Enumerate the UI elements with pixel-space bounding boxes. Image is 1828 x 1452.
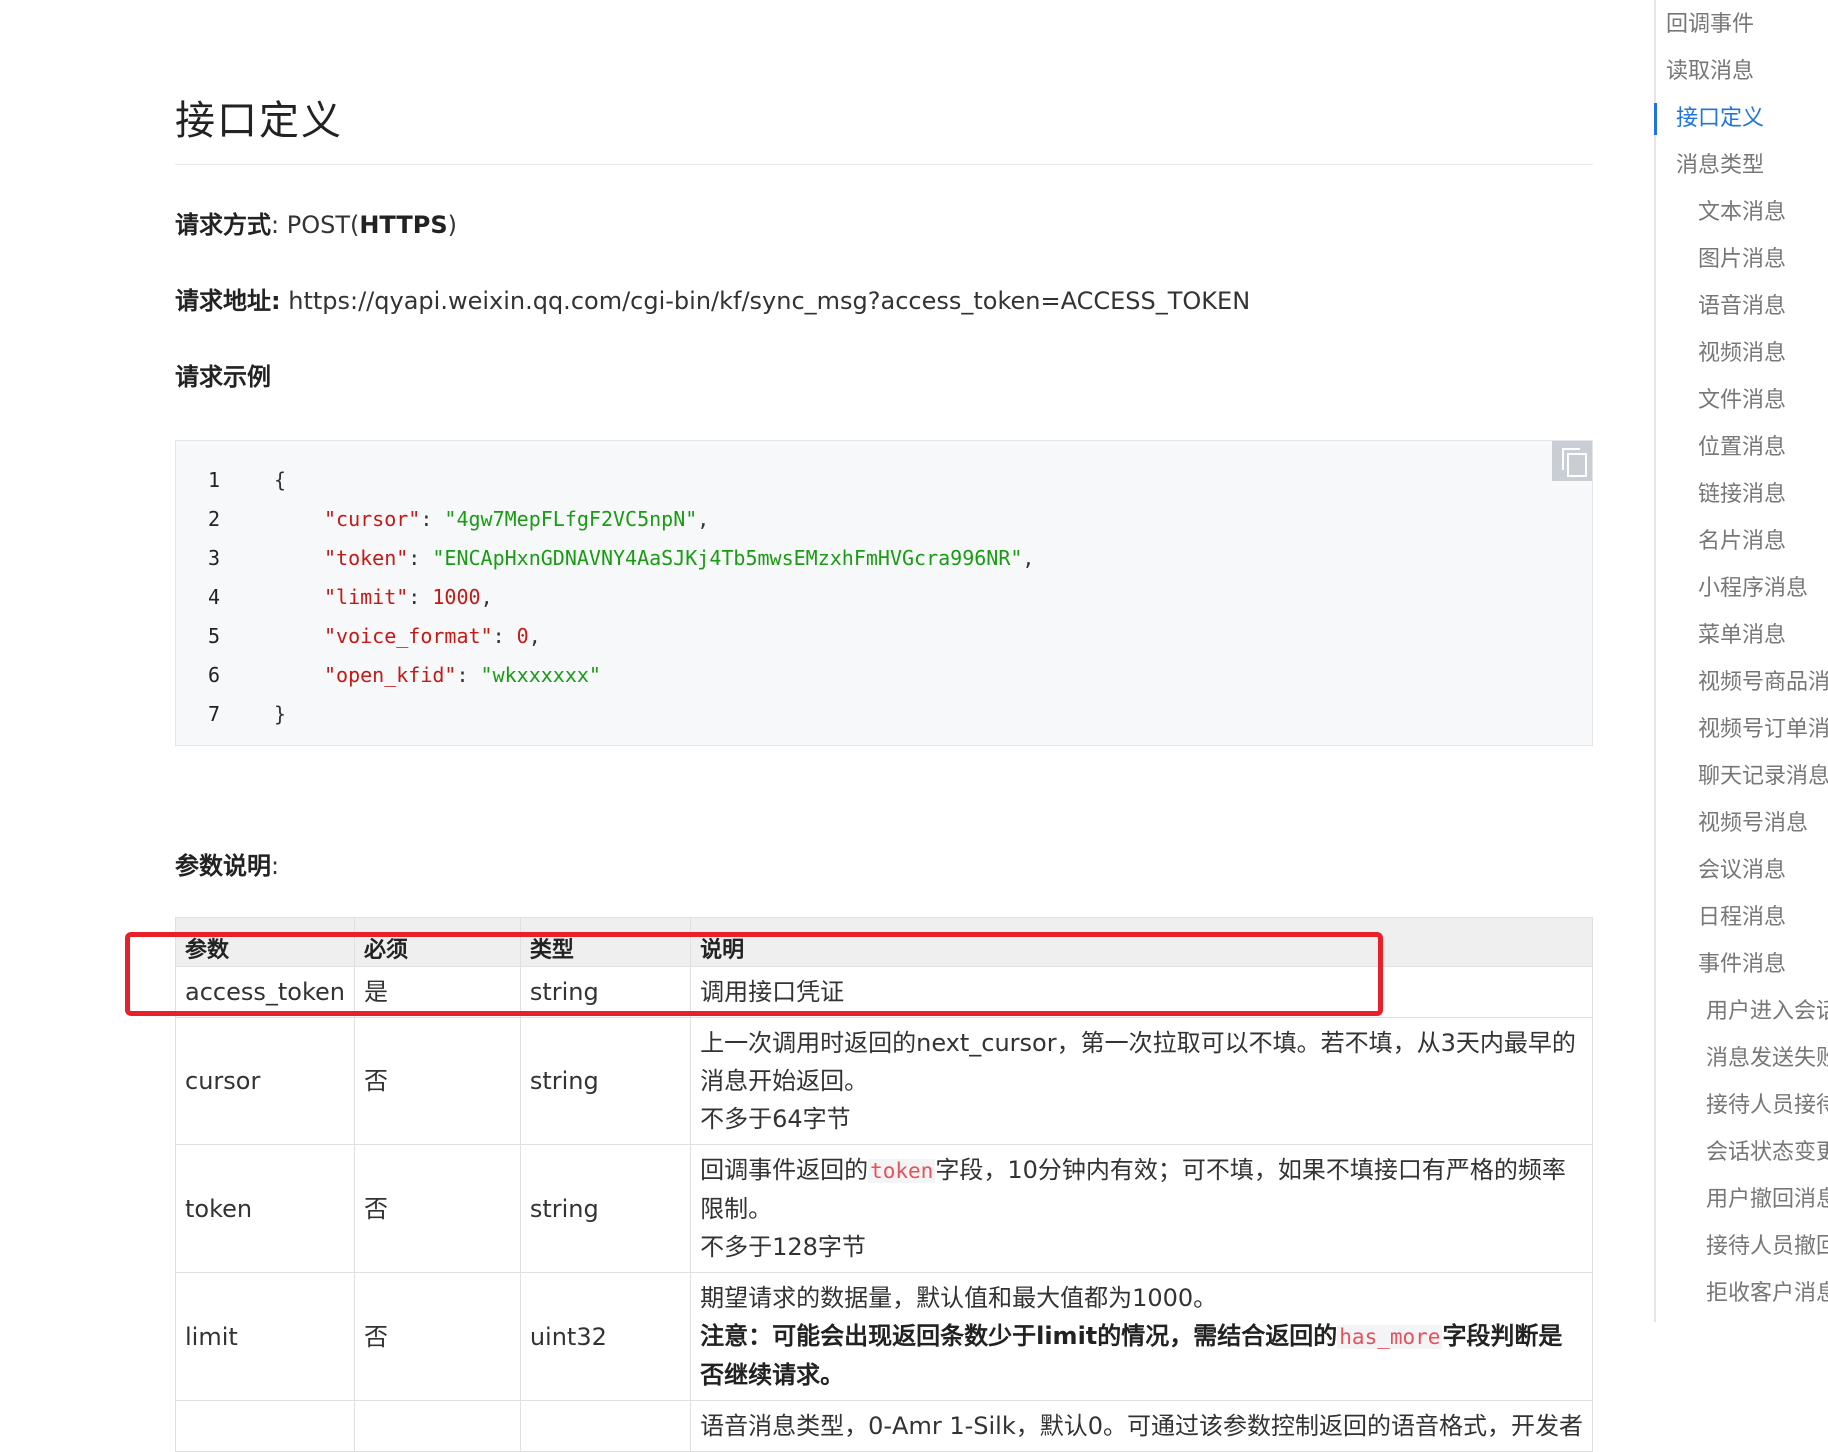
line-number: 6	[208, 663, 221, 687]
section-title: 接口定义	[175, 98, 343, 144]
toc-item[interactable]: 回调事件	[1666, 10, 1754, 40]
request-method: 请求方式: POST(HTTPS)	[175, 211, 457, 239]
title-divider	[175, 164, 1593, 165]
col-desc: 说明	[690, 917, 1593, 967]
table-of-contents: 回调事件读取消息接口定义消息类型文本消息图片消息语音消息视频消息文件消息位置消息…	[1654, 0, 1828, 1322]
col-required: 必须	[353, 917, 521, 967]
toc-item[interactable]: 视频号商品消	[1698, 668, 1828, 698]
toc-item[interactable]: 用户撤回消息	[1706, 1185, 1828, 1215]
line-number: 3	[208, 546, 221, 570]
cut-off-text	[175, 0, 235, 4]
toc-item[interactable]: 用户进入会话	[1706, 997, 1828, 1027]
line-number: 1	[208, 468, 221, 492]
toc-item[interactable]: 视频号订单消	[1698, 715, 1828, 745]
toc-item[interactable]: 聊天记录消息	[1698, 762, 1828, 792]
toc-item[interactable]: 视频消息	[1698, 339, 1786, 369]
line-number: 5	[208, 624, 221, 648]
line-number: 7	[208, 702, 221, 726]
toc-item[interactable]: 读取消息	[1666, 57, 1754, 87]
col-param: 参数	[175, 917, 355, 967]
toc-item[interactable]: 小程序消息	[1698, 574, 1808, 604]
table-row: cursor 否 string 上一次调用时返回的next_cursor，第一次…	[175, 1017, 1593, 1145]
request-url: 请求地址: https://qyapi.weixin.qq.com/cgi-bi…	[175, 287, 1251, 315]
table-row: 语音消息类型，0-Amr 1-Silk，默认0。可通过该参数控制返回的语音格式，…	[175, 1400, 1593, 1452]
toc-item[interactable]: 事件消息	[1698, 950, 1786, 980]
toc-item[interactable]: 接口定义	[1676, 104, 1764, 134]
params-table: 参数 必须 类型 说明 access_token 是 string 调用接口凭证…	[175, 917, 1593, 1452]
toc-item[interactable]: 会议消息	[1698, 856, 1786, 886]
params-label: 参数说明:	[175, 852, 280, 880]
toc-item[interactable]: 名片消息	[1698, 527, 1786, 557]
toc-item[interactable]: 语音消息	[1698, 292, 1786, 322]
toc-item[interactable]: 链接消息	[1698, 480, 1786, 510]
table-row: access_token 是 string 调用接口凭证	[175, 966, 1593, 1018]
toc-item[interactable]: 文本消息	[1698, 198, 1786, 228]
request-url-value[interactable]: https://qyapi.weixin.qq.com/cgi-bin/kf/s…	[281, 287, 1250, 315]
copy-button[interactable]	[1552, 441, 1592, 481]
toc-item[interactable]: 图片消息	[1698, 245, 1786, 275]
line-number: 4	[208, 585, 221, 609]
table-header-row: 参数 必须 类型 说明	[175, 917, 1593, 967]
code-block: 1{2 "cursor": "4gw7MepFLfgF2VC5npN", 3 "tok…	[175, 440, 1593, 746]
toc-item[interactable]: 菜单消息	[1698, 621, 1786, 651]
col-type: 类型	[519, 917, 692, 967]
toc-item[interactable]: 接待人员撤回	[1706, 1232, 1828, 1262]
toc-item[interactable]: 拒收客户消息	[1706, 1279, 1828, 1309]
toc-item[interactable]: 视频号消息	[1698, 809, 1808, 839]
request-example-label: 请求示例	[175, 363, 271, 391]
table-row: token 否 string 回调事件返回的token字段，10分钟内有效；可不…	[175, 1144, 1593, 1273]
toc-item[interactable]: 日程消息	[1698, 903, 1786, 933]
line-number: 2	[208, 507, 221, 531]
toc-item[interactable]: 消息发送失败	[1706, 1044, 1828, 1074]
toc-item[interactable]: 接待人员接待	[1706, 1091, 1828, 1121]
toc-item[interactable]: 位置消息	[1698, 433, 1786, 463]
toc-item[interactable]: 消息类型	[1676, 151, 1764, 181]
table-row: limit 否 uint32 期望请求的数据量，默认值和最大值都为1000。 注意…	[175, 1272, 1593, 1401]
toc-item[interactable]: 文件消息	[1698, 386, 1786, 416]
toc-active-indicator	[1654, 103, 1657, 135]
toc-item[interactable]: 会话状态变更	[1706, 1138, 1828, 1168]
